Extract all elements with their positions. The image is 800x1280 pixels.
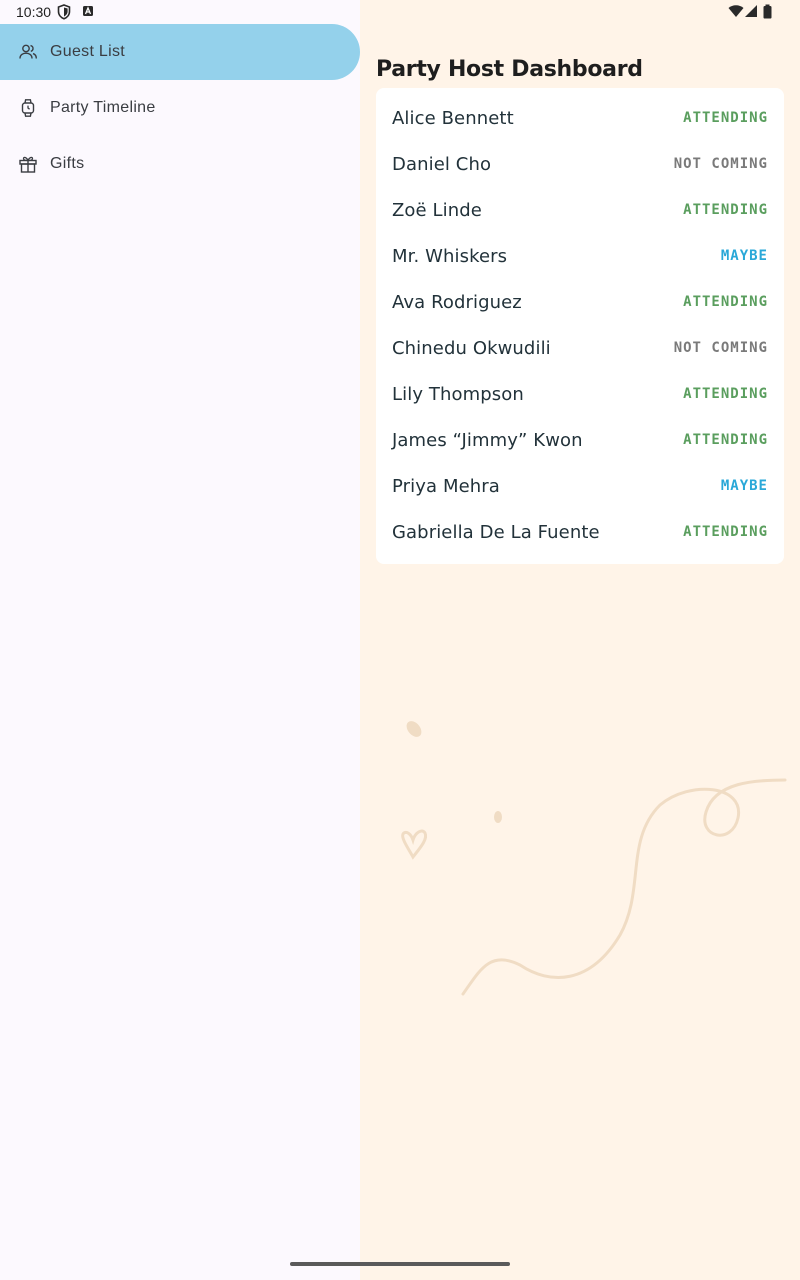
page-title: Party Host Dashboard [376, 56, 643, 82]
guest-row[interactable]: Priya Mehra MAYBE [376, 463, 784, 509]
guest-status: NOT COMING [673, 156, 768, 172]
guest-status: ATTENDING [683, 202, 768, 218]
main-content: Party Host Dashboard Alice Bennett ATTEN… [360, 0, 800, 1280]
guest-list-card: Alice Bennett ATTENDING Daniel Cho NOT C… [376, 88, 784, 564]
guest-status: NOT COMING [673, 340, 768, 356]
gesture-nav-handle[interactable] [290, 1262, 510, 1266]
guest-row[interactable]: Gabriella De La Fuente ATTENDING [376, 509, 784, 555]
guest-name: Gabriella De La Fuente [392, 521, 600, 543]
guest-status: ATTENDING [683, 524, 768, 540]
navigation-drawer: Guest List Party Timeline Gifts [0, 0, 360, 1280]
guest-row[interactable]: James “Jimmy” Kwon ATTENDING [376, 417, 784, 463]
cell-signal-icon [745, 5, 757, 17]
guest-name: Priya Mehra [392, 475, 500, 497]
guest-name: Alice Bennett [392, 107, 514, 129]
nav-item-label: Party Timeline [50, 99, 156, 116]
guest-name: Chinedu Okwudili [392, 337, 551, 359]
guest-name: Mr. Whiskers [392, 245, 508, 267]
guest-status: MAYBE [720, 478, 768, 494]
watch-icon [21, 99, 35, 117]
guest-status: MAYBE [720, 248, 768, 264]
wifi-icon [728, 5, 744, 17]
guest-name: Lily Thompson [392, 383, 524, 405]
guest-row[interactable]: Zoë Linde ATTENDING [376, 187, 784, 233]
app-screen: 10:30 Guest List Party Timeline Gifts Pa… [0, 0, 800, 1280]
battery-icon [763, 4, 772, 19]
guest-status: ATTENDING [683, 110, 768, 126]
guest-row[interactable]: Mr. Whiskers MAYBE [376, 233, 784, 279]
guest-row[interactable]: Chinedu Okwudili NOT COMING [376, 325, 784, 371]
guest-row[interactable]: Ava Rodriguez ATTENDING [376, 279, 784, 325]
guest-row[interactable]: Lily Thompson ATTENDING [376, 371, 784, 417]
shield-icon [57, 4, 71, 20]
guest-status: ATTENDING [683, 386, 768, 402]
guest-row[interactable]: Daniel Cho NOT COMING [376, 141, 784, 187]
nav-item-guest-list[interactable]: Guest List [0, 24, 360, 80]
guest-name: Ava Rodriguez [392, 291, 522, 313]
status-time: 10:30 [16, 4, 52, 20]
status-bar: 10:30 [0, 0, 800, 24]
nav-item-party-timeline[interactable]: Party Timeline [0, 80, 360, 136]
gift-icon [19, 156, 37, 173]
guest-status: ATTENDING [683, 432, 768, 448]
nav-item-label: Guest List [50, 43, 126, 60]
guest-name: Daniel Cho [392, 153, 492, 175]
guest-row[interactable]: Alice Bennett ATTENDING [376, 95, 784, 141]
keyboard-a-icon [83, 6, 93, 16]
people-icon [19, 44, 37, 59]
nav-item-label: Gifts [50, 155, 85, 172]
guest-status: ATTENDING [683, 294, 768, 310]
guest-name: James “Jimmy” Kwon [392, 429, 583, 451]
guest-name: Zoë Linde [392, 199, 482, 221]
nav-item-gifts[interactable]: Gifts [0, 136, 360, 192]
